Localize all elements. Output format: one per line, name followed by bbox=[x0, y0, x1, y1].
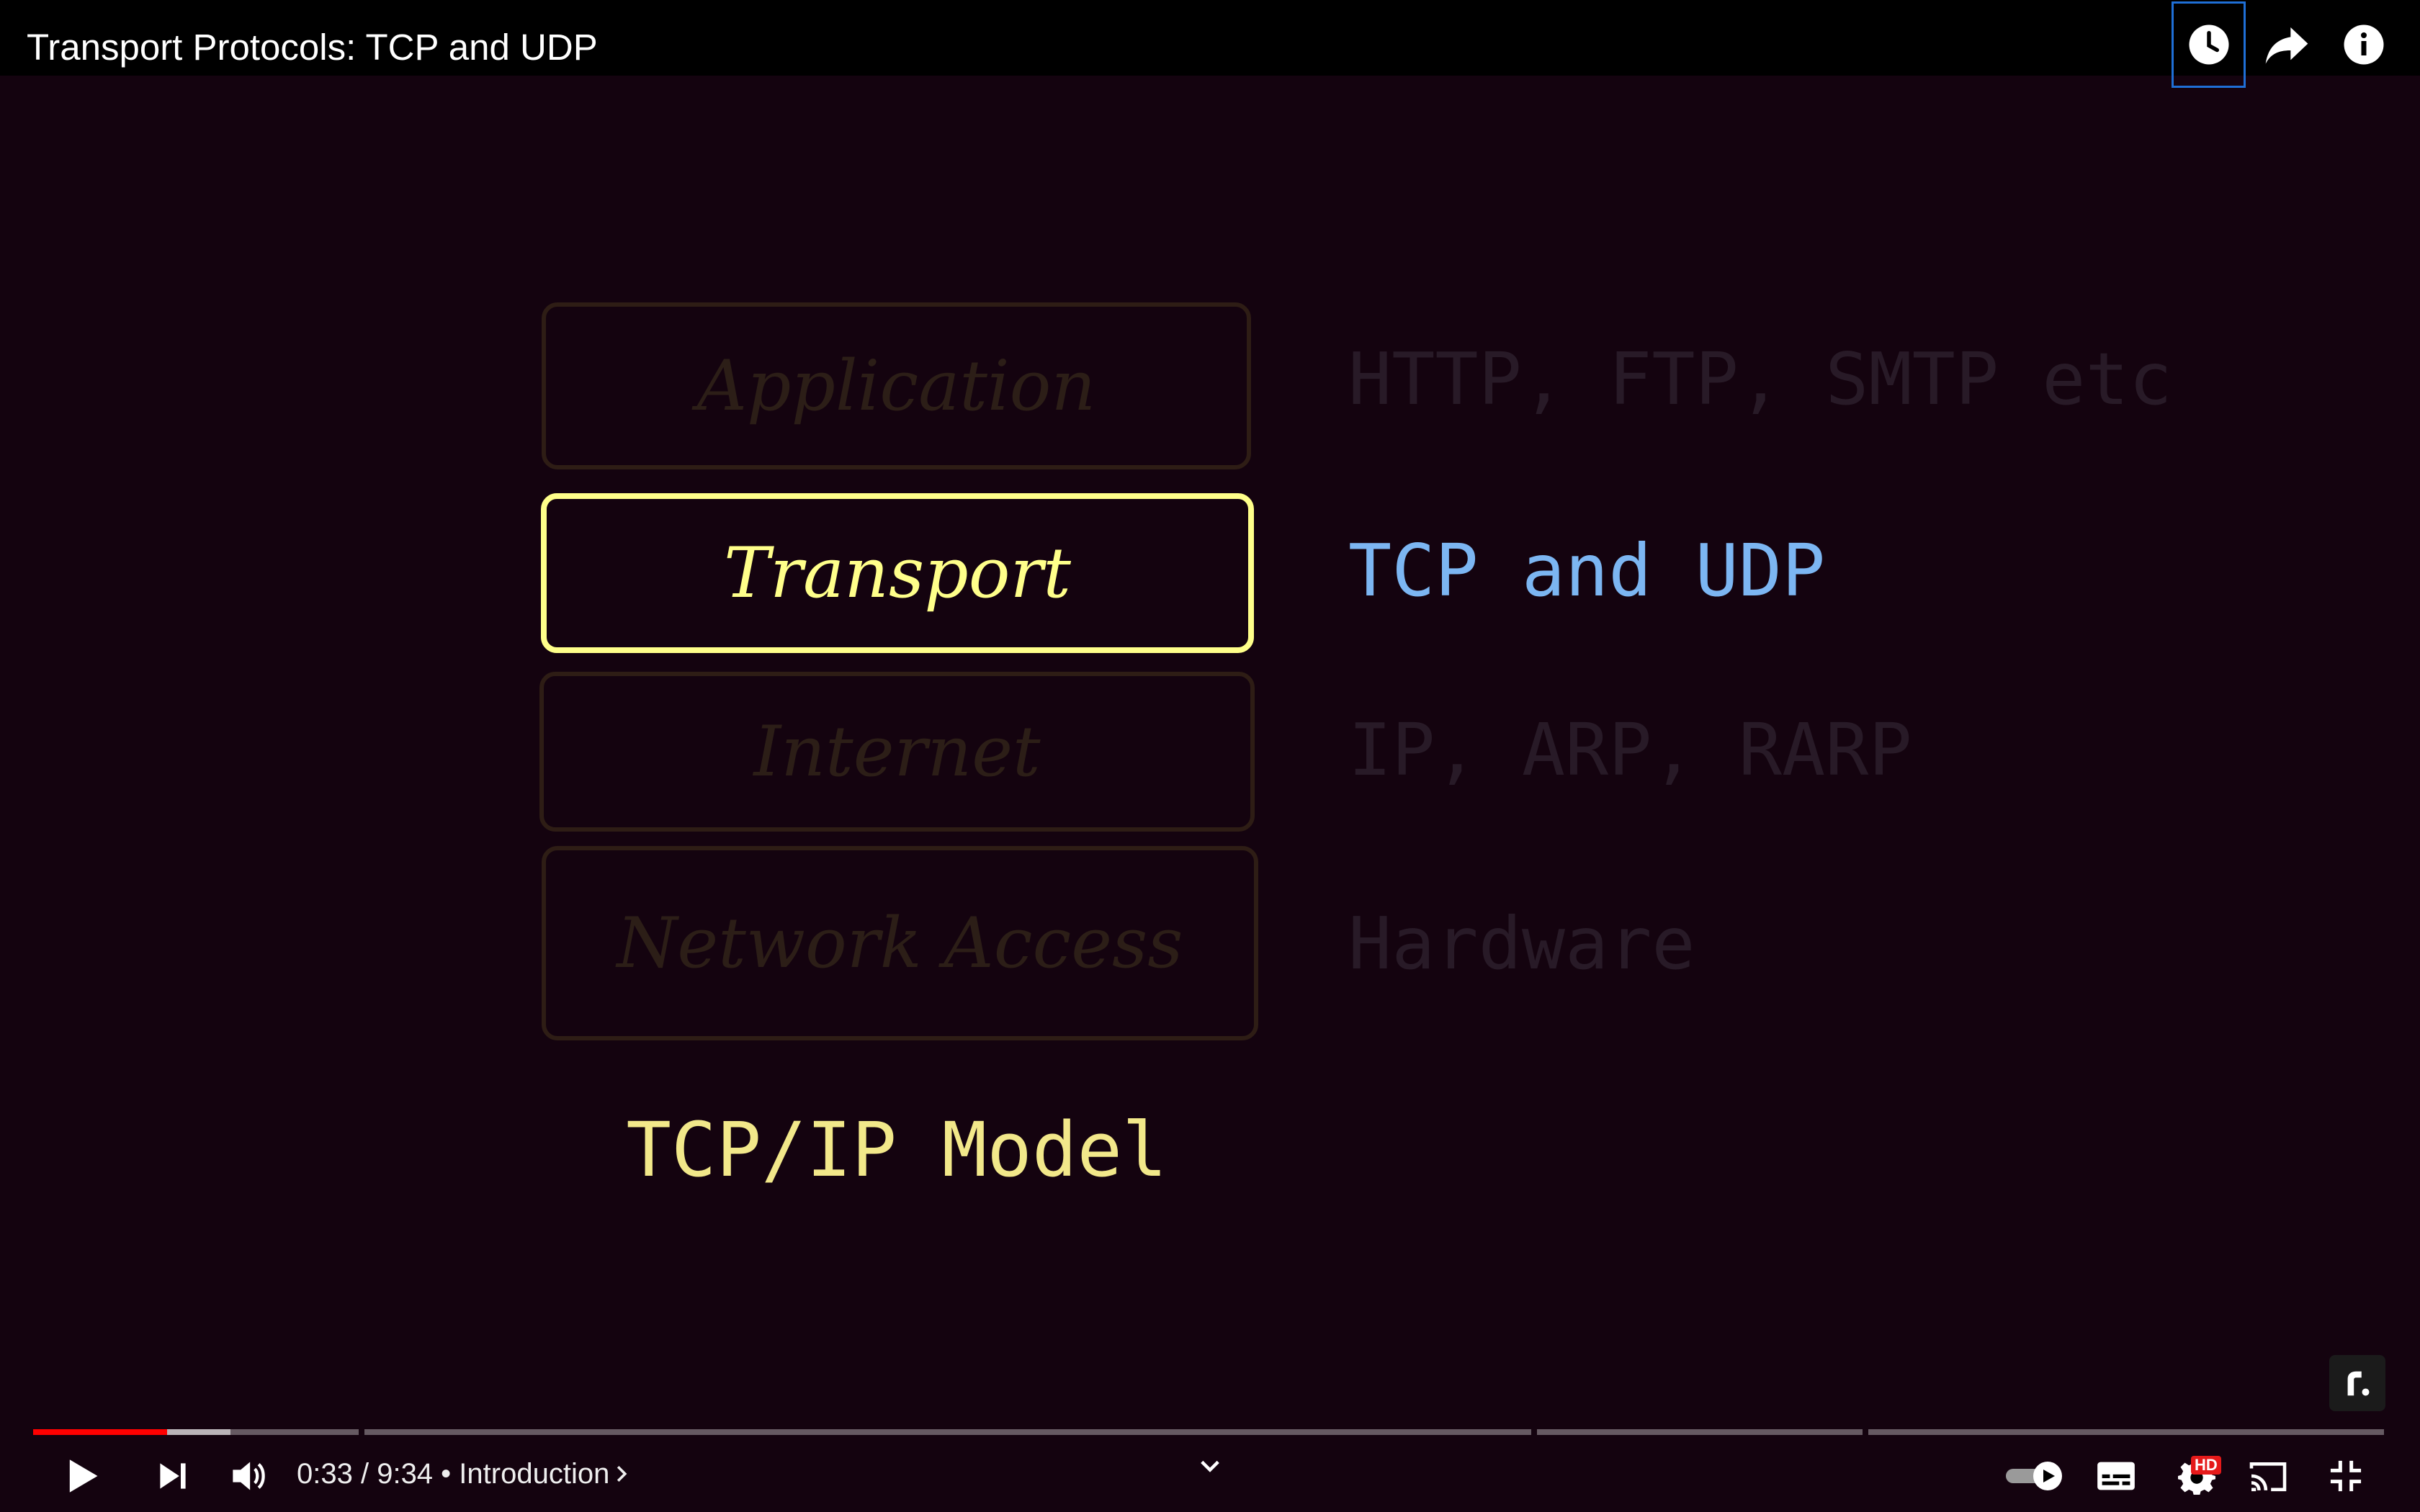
layer-box-transport: Transport bbox=[541, 493, 1254, 653]
next-video-button[interactable] bbox=[140, 1440, 205, 1512]
info-button[interactable] bbox=[2326, 1, 2401, 88]
layer-box-internet: Internet bbox=[539, 672, 1255, 832]
chevron-right-icon[interactable] bbox=[615, 1464, 628, 1483]
chapter-segment[interactable] bbox=[364, 1429, 1531, 1435]
progress-buffered bbox=[167, 1429, 231, 1435]
chapter-bullet: • bbox=[433, 1458, 460, 1490]
channel-logo-icon bbox=[2347, 1371, 2370, 1396]
exit-fullscreen-icon bbox=[2330, 1460, 2362, 1492]
layer-box-application: Application bbox=[542, 302, 1251, 469]
protocols-internet: IP, ARP, RARP bbox=[1348, 708, 1912, 792]
chapter-segment[interactable] bbox=[1868, 1429, 2384, 1435]
settings-button[interactable] bbox=[2161, 1440, 2233, 1512]
protocols-application: HTTP, FTP, SMTP etc bbox=[1348, 337, 2172, 421]
info-icon bbox=[2344, 24, 2383, 65]
protocols-transport: TCP and UDP bbox=[1348, 528, 1826, 613]
video-frame: Application Transport Internet Network A… bbox=[0, 76, 2420, 1429]
volume-icon bbox=[233, 1462, 265, 1490]
share-icon bbox=[2265, 27, 2308, 64]
volume-button[interactable] bbox=[216, 1440, 281, 1512]
next-icon bbox=[160, 1463, 186, 1489]
watch-later-icon bbox=[2189, 24, 2228, 65]
autoplay-toggle[interactable] bbox=[1995, 1440, 2074, 1512]
layer-box-network-access: Network Access bbox=[542, 846, 1258, 1040]
model-caption: TCP/IP Model bbox=[0, 1105, 1793, 1194]
protocols-network-access: Hardware bbox=[1348, 901, 1695, 986]
channel-watermark[interactable] bbox=[2329, 1355, 2385, 1411]
expand-chapters-button[interactable] bbox=[1181, 1430, 1239, 1502]
cast-button[interactable] bbox=[2236, 1440, 2300, 1512]
video-title[interactable]: Transport Protocols: TCP and UDP bbox=[27, 26, 598, 69]
subtitles-icon bbox=[2097, 1462, 2135, 1490]
hd-badge: HD bbox=[2191, 1456, 2221, 1475]
exit-fullscreen-button[interactable] bbox=[2313, 1440, 2378, 1512]
player-top-bar: Transport Protocols: TCP and UDP bbox=[0, 0, 2420, 88]
current-time: 0:33 bbox=[297, 1458, 353, 1490]
play-icon bbox=[69, 1459, 98, 1493]
play-button[interactable] bbox=[50, 1440, 115, 1512]
time-separator: / bbox=[352, 1458, 377, 1490]
cast-icon bbox=[2249, 1462, 2287, 1492]
video-player[interactable]: Transport Protocols: TCP and UDP Applica… bbox=[0, 0, 2420, 1512]
duration: 9:34 bbox=[377, 1458, 434, 1490]
subtitles-button[interactable] bbox=[2084, 1440, 2148, 1512]
share-button[interactable] bbox=[2249, 1, 2323, 88]
player-controls: 0:33 / 9:34 • Introduction HD bbox=[0, 1440, 2420, 1512]
autoplay-toggle-icon bbox=[2006, 1462, 2062, 1490]
chapter-segment[interactable] bbox=[1537, 1429, 1863, 1435]
watch-later-button[interactable] bbox=[2172, 1, 2246, 88]
time-display: 0:33 / 9:34 • Introduction bbox=[297, 1456, 628, 1492]
chapter-title-button[interactable]: Introduction bbox=[459, 1458, 609, 1490]
chevron-down-icon bbox=[1201, 1460, 1219, 1472]
model-caption-text: TCP/IP Model bbox=[626, 1106, 1168, 1194]
progress-played bbox=[33, 1429, 168, 1435]
